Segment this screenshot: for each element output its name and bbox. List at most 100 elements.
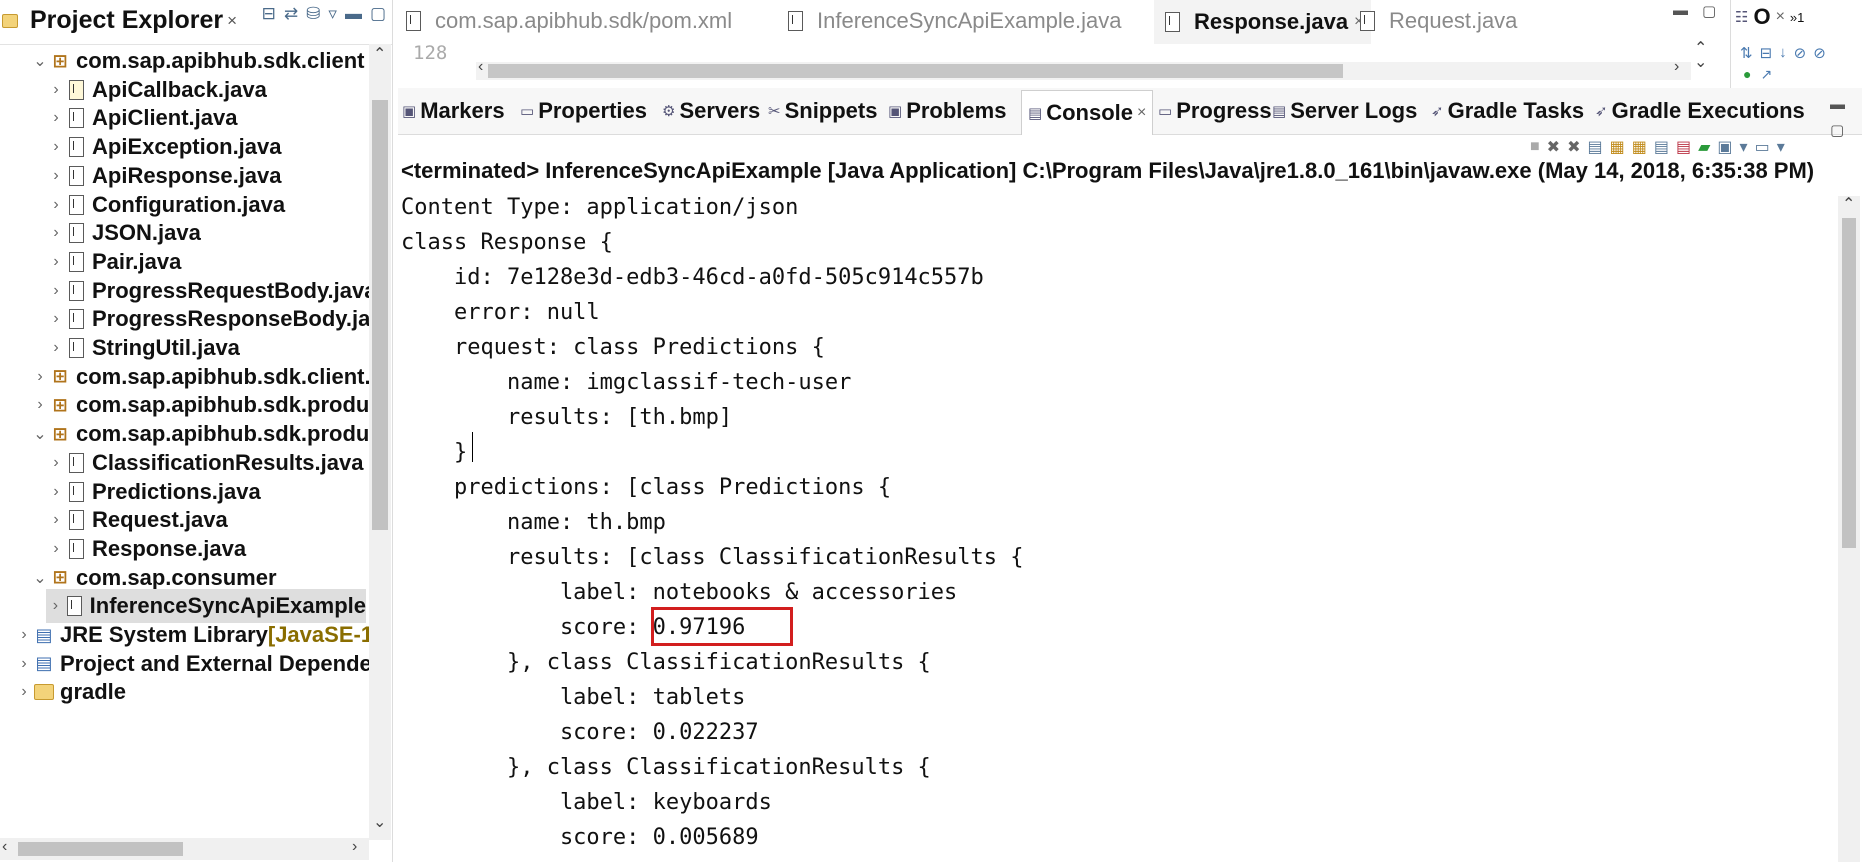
chevron-right-icon[interactable]: › (46, 540, 66, 558)
tab-markers[interactable]: ▣ Markers (402, 98, 505, 124)
chevron-right-icon[interactable]: › (46, 81, 66, 99)
minimize-icon[interactable]: ▬ (1830, 96, 1845, 113)
scroll-up-icon[interactable]: ⌃ (1842, 194, 1855, 214)
tab-console[interactable]: ▤ Console × (1021, 90, 1154, 135)
scroll-right-icon[interactable]: › (1674, 58, 1679, 76)
sort-icon[interactable]: ⇅ (1740, 44, 1753, 62)
open-console-menu-icon[interactable]: ▾ (1777, 137, 1785, 157)
chevron-right-icon[interactable]: › (46, 511, 66, 529)
scroll-left-icon[interactable]: ‹ (478, 58, 483, 76)
editor-tab-request[interactable]: Request.java (1357, 8, 1517, 34)
java-file-icon (66, 337, 86, 359)
tab-servers[interactable]: ⚙ Servers (662, 98, 760, 124)
close-icon[interactable]: × (227, 11, 237, 31)
scroll-up-icon[interactable]: ⌃ (373, 44, 386, 64)
tree-item[interactable]: › gradle (14, 675, 126, 709)
chevron-right-icon[interactable]: › (46, 138, 66, 156)
explorer-horizontal-scroll-thumb[interactable] (18, 842, 183, 856)
remove-all-terminated-icon[interactable]: ✖ (1567, 137, 1580, 157)
java-file-icon (66, 107, 86, 129)
package-icon: ⊞ (52, 423, 68, 444)
chevron-right-icon[interactable]: › (46, 310, 66, 328)
console-output[interactable]: Content Type: application/json class Resp… (401, 190, 1833, 862)
word-wrap-icon[interactable]: ▦ (1632, 137, 1647, 157)
tab-problems[interactable]: ▣ Problems (888, 98, 1006, 124)
maximize-icon[interactable]: ▢ (370, 4, 386, 24)
clear-console-icon[interactable]: ▤ (1587, 137, 1602, 157)
pin-console-icon[interactable]: ▰ (1698, 137, 1710, 157)
java-file-icon (66, 509, 86, 531)
editor-tab-inference[interactable]: InferenceSyncApiExample.java (785, 8, 1122, 34)
chevron-right-icon[interactable]: › (46, 597, 65, 615)
chevron-down-icon[interactable]: ⌄ (30, 568, 50, 588)
tab-gradle[interactable]: ➶ Gradle Executions (1595, 98, 1805, 124)
tree-item-label: com.sap.apibhub.sdk.produ (76, 392, 370, 418)
close-icon[interactable]: × (1137, 104, 1146, 122)
chevron-right-icon[interactable]: › (46, 339, 66, 357)
editor-tab-response[interactable]: Response.java × (1154, 0, 1372, 44)
scroll-down-icon[interactable]: ⌄ (373, 812, 386, 832)
editor-horizontal-scroll-thumb[interactable] (488, 64, 1343, 78)
chevron-right-icon[interactable]: › (30, 396, 50, 414)
display-console-menu-icon[interactable]: ▾ (1740, 137, 1748, 157)
chevron-right-icon[interactable]: › (46, 282, 66, 300)
console-icon: ▤ (1028, 105, 1043, 122)
console-line: }, class ClassificationResults { (401, 755, 931, 780)
java-interface-icon (66, 79, 86, 101)
maximize-icon[interactable]: ▢ (1702, 2, 1716, 20)
view-menu-icon[interactable]: ▿ (328, 4, 337, 24)
show-stdout-icon[interactable]: ▤ (1654, 137, 1669, 157)
sort-az-icon[interactable]: ↓ (1779, 44, 1787, 62)
collapse-all-icon[interactable]: ⊟ (262, 4, 276, 24)
chevron-right-icon[interactable]: › (46, 167, 66, 185)
close-icon[interactable]: × (1776, 8, 1785, 26)
tab-progress[interactable]: ▭ Progress (1158, 98, 1272, 124)
more-tabs-indicator[interactable]: »1 (1790, 10, 1804, 25)
scroll-left-icon[interactable]: ‹ (2, 838, 7, 856)
chevron-right-icon[interactable]: › (46, 454, 66, 472)
package-icon: ⊞ (52, 50, 68, 71)
tab-server-logs[interactable]: ▤ Server Logs (1272, 98, 1417, 124)
editor-tab-pom[interactable]: com.sap.apibhub.sdk/pom.xml (403, 8, 732, 34)
tab-properties[interactable]: ▭ Properties (520, 98, 647, 124)
chevron-right-icon[interactable]: › (46, 196, 66, 214)
minimize-icon[interactable]: ▬ (345, 4, 362, 24)
terminate-icon[interactable]: ■ (1530, 138, 1540, 156)
filter-icon[interactable]: ⛁ (306, 4, 320, 24)
chevron-down-icon[interactable]: ⌄ (30, 424, 50, 444)
minimize-icon[interactable]: ▬ (1673, 2, 1688, 20)
hide-static-icon[interactable]: ⊘ (1794, 44, 1807, 62)
tree-item-label: JSON.java (92, 220, 201, 246)
chevron-right-icon[interactable]: › (14, 683, 34, 701)
chevron-right-icon[interactable]: › (30, 368, 50, 386)
library-icon: ▤ (35, 624, 53, 645)
explorer-vertical-scroll-thumb[interactable] (372, 100, 388, 530)
chevron-right-icon[interactable]: › (46, 224, 66, 242)
tab-snippets[interactable]: ✂ Snippets (768, 98, 877, 124)
chevron-right-icon[interactable]: › (14, 655, 34, 673)
console-process-description: <terminated> InferenceSyncApiExample [Ja… (401, 158, 1815, 183)
local-types-icon[interactable]: ● (1743, 66, 1751, 83)
chevron-right-icon[interactable]: › (14, 626, 34, 644)
scroll-updown-icon[interactable]: ⌃ ⌄ (1694, 41, 1707, 71)
chevron-down-icon[interactable]: ⌄ (30, 51, 50, 71)
hide-fields-icon[interactable]: ⊟ (1760, 44, 1773, 62)
problems-icon: ▣ (888, 103, 903, 120)
open-console-icon[interactable]: ▭ (1755, 137, 1770, 157)
hide-nonpublic-icon[interactable]: ⊘ (1813, 44, 1826, 62)
outline-tab[interactable]: ☷ O × »1 (1735, 4, 1804, 30)
project-explorer-icon (0, 10, 20, 32)
remove-launch-icon[interactable]: ✖ (1547, 137, 1560, 157)
chevron-right-icon[interactable]: › (46, 483, 66, 501)
console-vertical-scroll-thumb[interactable] (1842, 218, 1856, 548)
project-explorer-tab[interactable]: Project Explorer × (0, 6, 237, 35)
scroll-lock-icon[interactable]: ▦ (1610, 137, 1625, 157)
link-editor-icon[interactable]: ↗ (1760, 66, 1772, 83)
scroll-right-icon[interactable]: › (352, 838, 357, 856)
chevron-right-icon[interactable]: › (46, 109, 66, 127)
tab-gradle[interactable]: ➶ Gradle Tasks (1431, 98, 1584, 124)
show-stderr-icon[interactable]: ▤ (1676, 137, 1691, 157)
display-console-icon[interactable]: ▣ (1717, 137, 1732, 157)
chevron-right-icon[interactable]: › (46, 253, 66, 271)
link-with-editor-icon[interactable]: ⇄ (284, 4, 298, 24)
